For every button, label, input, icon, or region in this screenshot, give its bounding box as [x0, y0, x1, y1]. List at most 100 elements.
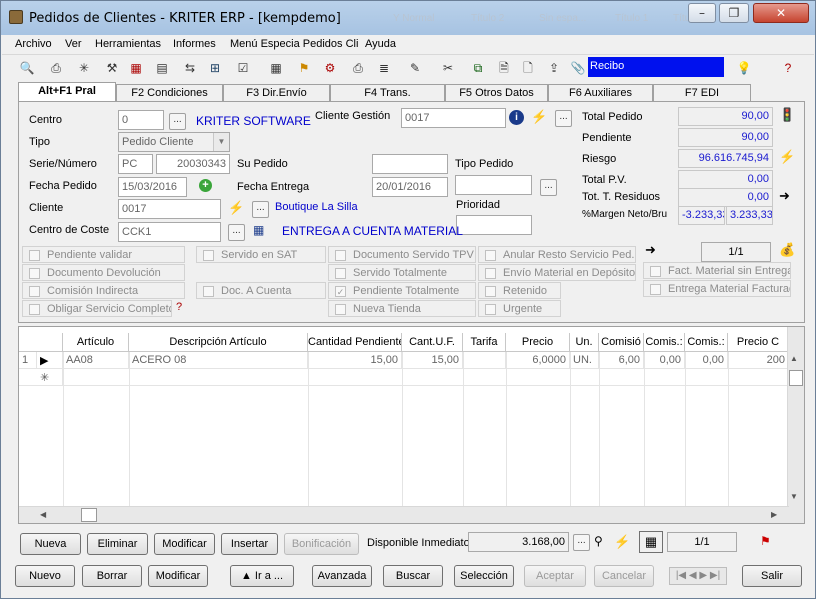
- menu-herramientas[interactable]: Herramientas: [95, 38, 161, 50]
- check-entrega-material[interactable]: Entrega Material Facturad: [643, 280, 791, 297]
- checkbox[interactable]: [29, 250, 40, 261]
- check-documento-devolucion[interactable]: Documento Devolución: [22, 264, 185, 281]
- check-retenido[interactable]: Retenido: [478, 282, 561, 299]
- cliente-lightning-icon[interactable]: ⚡: [228, 200, 244, 216]
- arrow-right-icon[interactable]: ➜: [779, 188, 790, 204]
- menu-archivo[interactable]: Archivo: [15, 38, 52, 50]
- flag-icon[interactable]: ⚑: [296, 60, 312, 76]
- nuevo-button[interactable]: Nuevo: [15, 565, 75, 587]
- grid-view-icon[interactable]: ▦: [639, 531, 663, 553]
- cliente-gestion-field[interactable]: 0017: [401, 108, 506, 128]
- split-icon[interactable]: ⇆: [182, 60, 198, 76]
- scroll-down-icon[interactable]: ▼: [790, 492, 798, 501]
- col-articulo[interactable]: Artículo: [63, 333, 129, 352]
- tools-icon[interactable]: ⚙: [322, 60, 338, 76]
- menu-ver[interactable]: Ver: [65, 38, 82, 50]
- scroll-up-icon[interactable]: ▲: [790, 354, 798, 363]
- checkbox[interactable]: [650, 266, 661, 277]
- last-record-icon[interactable]: ▶|: [710, 570, 720, 581]
- new-row[interactable]: ✳: [19, 369, 789, 386]
- cell-articulo[interactable]: AA08: [63, 352, 129, 369]
- sparkle-icon[interactable]: ✳: [76, 60, 92, 76]
- scroll-thumb[interactable]: [789, 370, 803, 386]
- page-icon[interactable]: 🗋: [520, 60, 536, 76]
- cell-comision[interactable]: 6,00: [599, 352, 644, 369]
- col-comis-3[interactable]: Comis.:: [685, 333, 728, 352]
- checkbox[interactable]: [485, 304, 496, 315]
- numero-field[interactable]: 20030343: [156, 154, 230, 174]
- aceptar-button[interactable]: Aceptar: [524, 565, 586, 587]
- cell-cant-uf[interactable]: 15,00: [402, 352, 463, 369]
- lightning-icon[interactable]: ⚡: [531, 109, 547, 125]
- centro-coste-lookup-button[interactable]: ...: [228, 224, 245, 241]
- scroll-right-icon[interactable]: ▶: [771, 510, 777, 519]
- maximize-button[interactable]: ❐: [719, 3, 749, 23]
- nueva-line-button[interactable]: Nueva: [20, 533, 81, 555]
- prev-record-icon[interactable]: ◀: [689, 570, 697, 581]
- vertical-scrollbar[interactable]: ▲ ▼: [787, 327, 804, 523]
- check-urgente[interactable]: Urgente: [478, 300, 561, 317]
- cell-descripcion[interactable]: ACERO 08: [129, 352, 308, 369]
- tab-condiciones[interactable]: F2 Condiciones: [116, 84, 223, 102]
- traffic-light-icon[interactable]: 🚦: [779, 107, 795, 123]
- insertar-line-button[interactable]: Insertar: [221, 533, 278, 555]
- cell-un[interactable]: UN.: [570, 352, 599, 369]
- fecha-entrega-field[interactable]: 20/01/2016: [372, 177, 448, 197]
- buscar-button[interactable]: Buscar: [383, 565, 443, 587]
- cell-comis-3[interactable]: 0,00: [685, 352, 728, 369]
- col-comis-2[interactable]: Comis.:: [644, 333, 685, 352]
- calendar-icon[interactable]: ▤: [154, 60, 170, 76]
- cliente-lookup-button[interactable]: ...: [252, 201, 269, 218]
- printer-icon[interactable]: ⎙: [350, 60, 366, 76]
- col-cantidad-pendiente[interactable]: Cantidad Pendiente: [308, 333, 402, 352]
- lightbulb-icon[interactable]: 💡: [736, 60, 752, 76]
- clip-icon[interactable]: 📎: [570, 60, 586, 76]
- table-row[interactable]: 1 ▶ AA08 ACERO 08 15,00 15,00 6,0000 UN.…: [19, 352, 789, 369]
- checkbox[interactable]: [203, 286, 214, 297]
- col-comision[interactable]: Comisió: [599, 333, 644, 352]
- prioridad-field[interactable]: [456, 215, 532, 235]
- fecha-pedido-field[interactable]: 15/03/2016: [118, 177, 187, 197]
- help-icon[interactable]: ?: [176, 301, 182, 313]
- arrow-right-icon[interactable]: ➜: [645, 242, 656, 258]
- check-anular-resto[interactable]: Anular Resto Servicio Ped.: [478, 246, 636, 263]
- ir-a-button[interactable]: ▲ Ir a ...: [230, 565, 294, 587]
- record-navigator[interactable]: |◀ ◀ ▶ ▶|: [669, 567, 727, 585]
- checkbox[interactable]: [485, 250, 496, 261]
- cliente-field[interactable]: 0017: [118, 199, 221, 219]
- grid-icon[interactable]: ▦: [268, 60, 284, 76]
- checkbox[interactable]: [29, 304, 40, 315]
- col-precio-c[interactable]: Precio C: [728, 333, 789, 352]
- tipo-pedido-lookup-button[interactable]: ...: [540, 179, 557, 196]
- checkbox[interactable]: [485, 268, 496, 279]
- tab-otros-datos[interactable]: F5 Otros Datos: [445, 84, 548, 102]
- menu-especia-pedidos[interactable]: Menú Especia Pedidos Cli: [230, 38, 358, 50]
- tab-principal[interactable]: Alt+F1 Pral: [18, 82, 116, 102]
- first-record-icon[interactable]: |◀: [676, 570, 686, 581]
- money-bag-icon[interactable]: 💰: [779, 242, 795, 258]
- checkbox[interactable]: [335, 268, 346, 279]
- copy-icon[interactable]: ⧉: [470, 60, 486, 76]
- print-icon[interactable]: ⎙: [48, 60, 64, 76]
- scroll-left-icon[interactable]: ◀: [40, 510, 46, 519]
- salir-button[interactable]: Salir: [742, 565, 802, 587]
- add-date-icon[interactable]: +: [199, 179, 212, 192]
- lightning-icon[interactable]: ⚡: [614, 534, 630, 550]
- col-cant-uf[interactable]: Cant.U.F.: [402, 333, 463, 352]
- check-nueva-tienda[interactable]: Nueva Tienda: [328, 300, 476, 317]
- document-type-combo[interactable]: Recibo: [588, 57, 724, 77]
- cell-precio[interactable]: 6,0000: [506, 352, 570, 369]
- list-icon[interactable]: ≣: [376, 60, 392, 76]
- help-icon[interactable]: ?: [780, 60, 796, 76]
- wand-icon[interactable]: ⚒: [104, 60, 120, 76]
- check-doc-a-cuenta[interactable]: Doc. A Cuenta: [196, 282, 326, 299]
- check-envio-deposito[interactable]: Envío Material en Depósito: [478, 264, 636, 281]
- binoculars-icon[interactable]: ⚲: [594, 534, 603, 548]
- checkbox[interactable]: [650, 284, 661, 295]
- cliente-gestion-lookup-button[interactable]: ...: [555, 110, 572, 127]
- check-documento-servido-tpv[interactable]: Documento Servido TPV: [328, 246, 476, 263]
- scroll-thumb[interactable]: [81, 508, 97, 522]
- tab-dir-envio[interactable]: F3 Dir.Envío: [223, 84, 330, 102]
- notes-icon[interactable]: 🗎: [496, 60, 512, 76]
- serie-field[interactable]: PC: [118, 154, 153, 174]
